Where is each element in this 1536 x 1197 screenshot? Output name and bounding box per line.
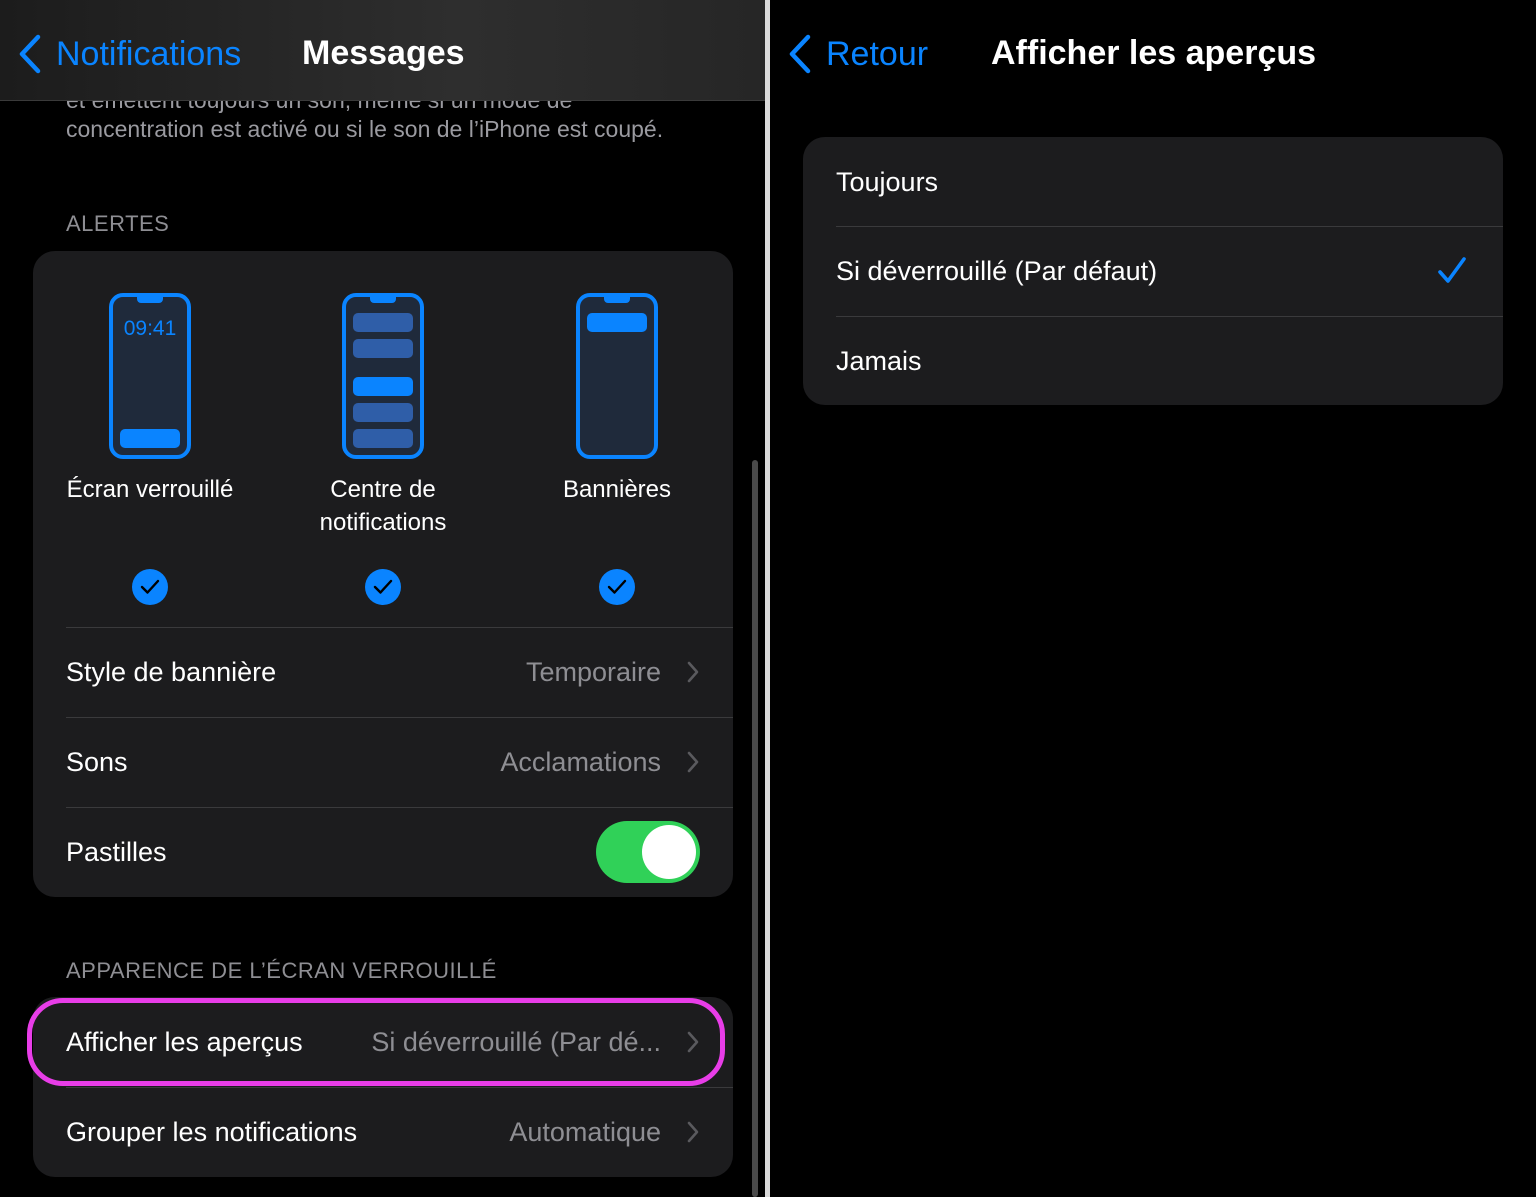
alert-style-banners[interactable]: Bannières bbox=[502, 293, 732, 605]
preview-options-group: Toujours Si déverrouillé (Par défaut) Ja… bbox=[803, 137, 1503, 405]
lock-screen-section-header: APPARENCE DE L’ÉCRAN VERROUILLÉ bbox=[66, 958, 497, 983]
badges-toggle[interactable] bbox=[596, 821, 700, 883]
row-value: Acclamations bbox=[500, 746, 661, 777]
alerts-section-header: ALERTES bbox=[66, 211, 170, 236]
show-previews-screen: Retour Afficher les aperçus Toujours Si … bbox=[770, 0, 1536, 1197]
back-button[interactable]: Retour bbox=[788, 34, 928, 74]
alert-style-label: Écran verrouillé bbox=[66, 476, 234, 503]
checkmark-icon bbox=[1438, 257, 1466, 283]
group-notifications-row[interactable]: Grouper les notifications Automatique bbox=[33, 1087, 733, 1177]
page-title: Messages bbox=[302, 34, 465, 72]
lock-screen-group: Afficher les aperçus Si déverrouillé (Pa… bbox=[33, 997, 733, 1177]
row-label: Afficher les aperçus bbox=[66, 1026, 303, 1057]
alert-styles: 09:41 Écran verrouillé Centre de notific… bbox=[33, 251, 733, 627]
back-label: Retour bbox=[826, 34, 929, 73]
banner-style-row[interactable]: Style de bannière Temporaire bbox=[33, 627, 733, 717]
scrollbar[interactable] bbox=[752, 460, 758, 1197]
row-value: Temporaire bbox=[525, 656, 661, 687]
row-label: Pastilles bbox=[66, 836, 167, 867]
sounds-row[interactable]: Sons Acclamations bbox=[33, 717, 733, 807]
option-always[interactable]: Toujours bbox=[803, 137, 1503, 227]
checkmark-circle-icon bbox=[599, 569, 635, 605]
show-previews-row[interactable]: Afficher les aperçus Si déverrouillé (Pa… bbox=[33, 997, 733, 1087]
row-value: Si déverrouillé (Par dé... bbox=[371, 1026, 661, 1057]
lock-screen-phone-icon: 09:41 bbox=[109, 293, 191, 459]
notification-center-phone-icon bbox=[342, 293, 424, 459]
alert-style-lock-screen[interactable]: 09:41 Écran verrouillé bbox=[35, 293, 265, 605]
alert-style-notification-center[interactable]: Centre de notifications bbox=[268, 293, 498, 605]
nav-bar: Retour Afficher les aperçus bbox=[770, 0, 1536, 100]
row-label: Style de bannière bbox=[66, 656, 277, 687]
phone-time: 09:41 bbox=[123, 317, 177, 340]
alert-style-label: Bannières bbox=[562, 476, 672, 503]
checkmark-circle-icon bbox=[365, 569, 401, 605]
alerts-group: 09:41 Écran verrouillé Centre de notific… bbox=[33, 251, 733, 897]
back-label: Notifications bbox=[56, 34, 242, 73]
page-title: Afficher les aperçus bbox=[991, 34, 1317, 72]
option-when-unlocked[interactable]: Si déverrouillé (Par défaut) bbox=[803, 226, 1503, 316]
banners-phone-icon bbox=[576, 293, 658, 459]
badges-row: Pastilles bbox=[33, 807, 733, 897]
row-label: Sons bbox=[66, 746, 128, 777]
chevron-right-icon bbox=[687, 1121, 699, 1143]
chevron-right-icon bbox=[687, 751, 699, 773]
option-label: Si déverrouillé (Par défaut) bbox=[836, 255, 1158, 286]
row-value: Automatique bbox=[509, 1116, 661, 1147]
option-never[interactable]: Jamais bbox=[803, 316, 1503, 405]
chevron-left-icon bbox=[789, 34, 811, 74]
back-button[interactable]: Notifications bbox=[18, 34, 241, 74]
row-label: Grouper les notifications bbox=[66, 1116, 358, 1147]
nav-bar: Notifications Messages bbox=[0, 0, 765, 101]
chevron-left-icon bbox=[19, 34, 41, 74]
chevron-right-icon bbox=[687, 661, 699, 683]
messages-notifications-screen: et émettent toujours un son, même si un … bbox=[0, 0, 765, 1197]
option-label: Jamais bbox=[836, 345, 922, 376]
chevron-right-icon bbox=[687, 1031, 699, 1053]
alert-style-label: Centre de notifications bbox=[319, 476, 447, 536]
checkmark-circle-icon bbox=[132, 569, 168, 605]
option-label: Toujours bbox=[836, 166, 939, 197]
